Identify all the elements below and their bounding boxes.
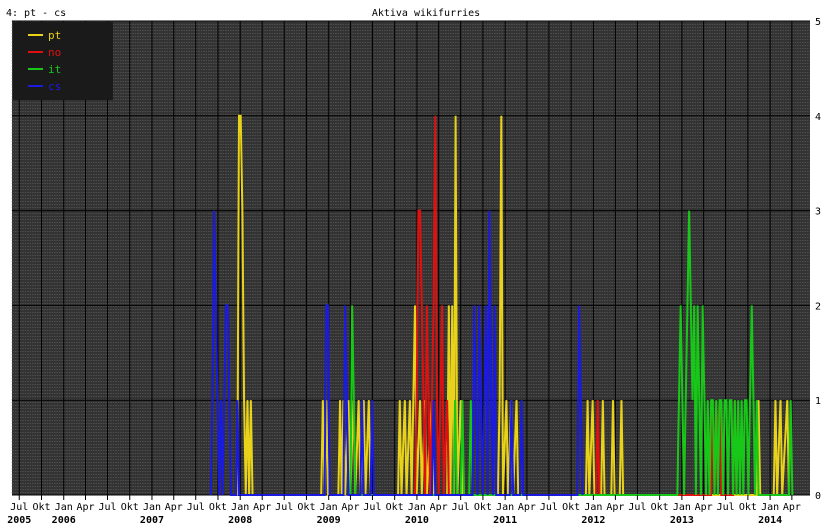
x-tick-label: Jul	[275, 502, 293, 513]
x-tick-label: Okt	[386, 502, 404, 513]
legend-label-pt: pt	[48, 29, 61, 42]
x-tick-label: Jan	[55, 502, 73, 513]
x-tick-label: Jan	[761, 502, 779, 513]
x-tick-label: Okt	[121, 502, 139, 513]
x-tick-label: Apr	[783, 502, 801, 513]
y-tick-label: 3	[815, 207, 821, 218]
x-tick-label: Apr	[341, 502, 359, 513]
chart-container: 4: pt - cs Aktiva wikifurries pt no it cs 0…	[0, 0, 827, 525]
x-year-label: 2009	[317, 515, 341, 525]
x-tick-label: Apr	[253, 502, 271, 513]
chart-id-label: 4: pt - cs	[6, 8, 66, 19]
chart-svg: 4: pt - cs Aktiva wikifurries pt no it cs 0…	[6, 8, 821, 525]
x-tick-label: Jul	[10, 502, 28, 513]
y-axis-ticks: 0 1 2 3 4 5	[815, 17, 821, 502]
x-tick-label: Okt	[562, 502, 580, 513]
x-axis-ticks: Jul Okt Jan Apr Jul Okt Jan Apr Jul Okt Jan Apr Jul O…	[7, 495, 801, 525]
x-year-label: 2006	[52, 515, 76, 525]
y-tick-label: 5	[815, 17, 821, 28]
x-year-label: 2014	[758, 515, 782, 525]
y-tick-label: 2	[815, 301, 821, 312]
x-tick-label: Jan	[496, 502, 514, 513]
y-tick-label: 4	[815, 112, 821, 123]
x-tick-label: Okt	[739, 502, 757, 513]
x-tick-label: Okt	[209, 502, 227, 513]
x-year-label: 2012	[581, 515, 605, 525]
x-tick-label: Apr	[606, 502, 624, 513]
x-tick-label: Okt	[651, 502, 669, 513]
x-tick-label: Jul	[187, 502, 205, 513]
x-tick-label: Jan	[408, 502, 426, 513]
legend-label-no: no	[48, 46, 61, 59]
x-tick-label: Apr	[165, 502, 183, 513]
x-year-label: 2013	[670, 515, 694, 525]
chart-title: Aktiva wikifurries	[372, 8, 480, 19]
x-tick-label: Jan	[584, 502, 602, 513]
x-tick-label: Apr	[518, 502, 536, 513]
x-year-label: 2005	[7, 515, 31, 525]
x-tick-label: Jul	[717, 502, 735, 513]
x-tick-label: Jul	[98, 502, 116, 513]
x-tick-label: Apr	[76, 502, 94, 513]
x-tick-label: Okt	[297, 502, 315, 513]
y-tick-label: 1	[815, 396, 821, 407]
x-tick-label: Apr	[695, 502, 713, 513]
x-year-label: 2007	[140, 515, 164, 525]
x-tick-label: Jan	[673, 502, 691, 513]
x-tick-label: Jan	[143, 502, 161, 513]
x-tick-label: Jan	[231, 502, 249, 513]
legend-box	[13, 22, 113, 100]
legend: pt no it cs	[13, 22, 113, 100]
x-tick-label: Jul	[452, 502, 470, 513]
x-year-label: 2011	[493, 515, 517, 525]
x-tick-label: Okt	[474, 502, 492, 513]
x-tick-label: Jul	[540, 502, 558, 513]
legend-label-cs: cs	[48, 80, 61, 93]
x-tick-label: Jul	[363, 502, 381, 513]
x-year-label: 2008	[228, 515, 252, 525]
x-tick-label: Okt	[32, 502, 50, 513]
y-tick-label: 0	[815, 491, 821, 502]
x-tick-label: Jul	[628, 502, 646, 513]
x-tick-label: Jan	[320, 502, 338, 513]
x-year-label: 2010	[405, 515, 429, 525]
x-tick-label: Apr	[430, 502, 448, 513]
legend-label-it: it	[48, 63, 61, 76]
